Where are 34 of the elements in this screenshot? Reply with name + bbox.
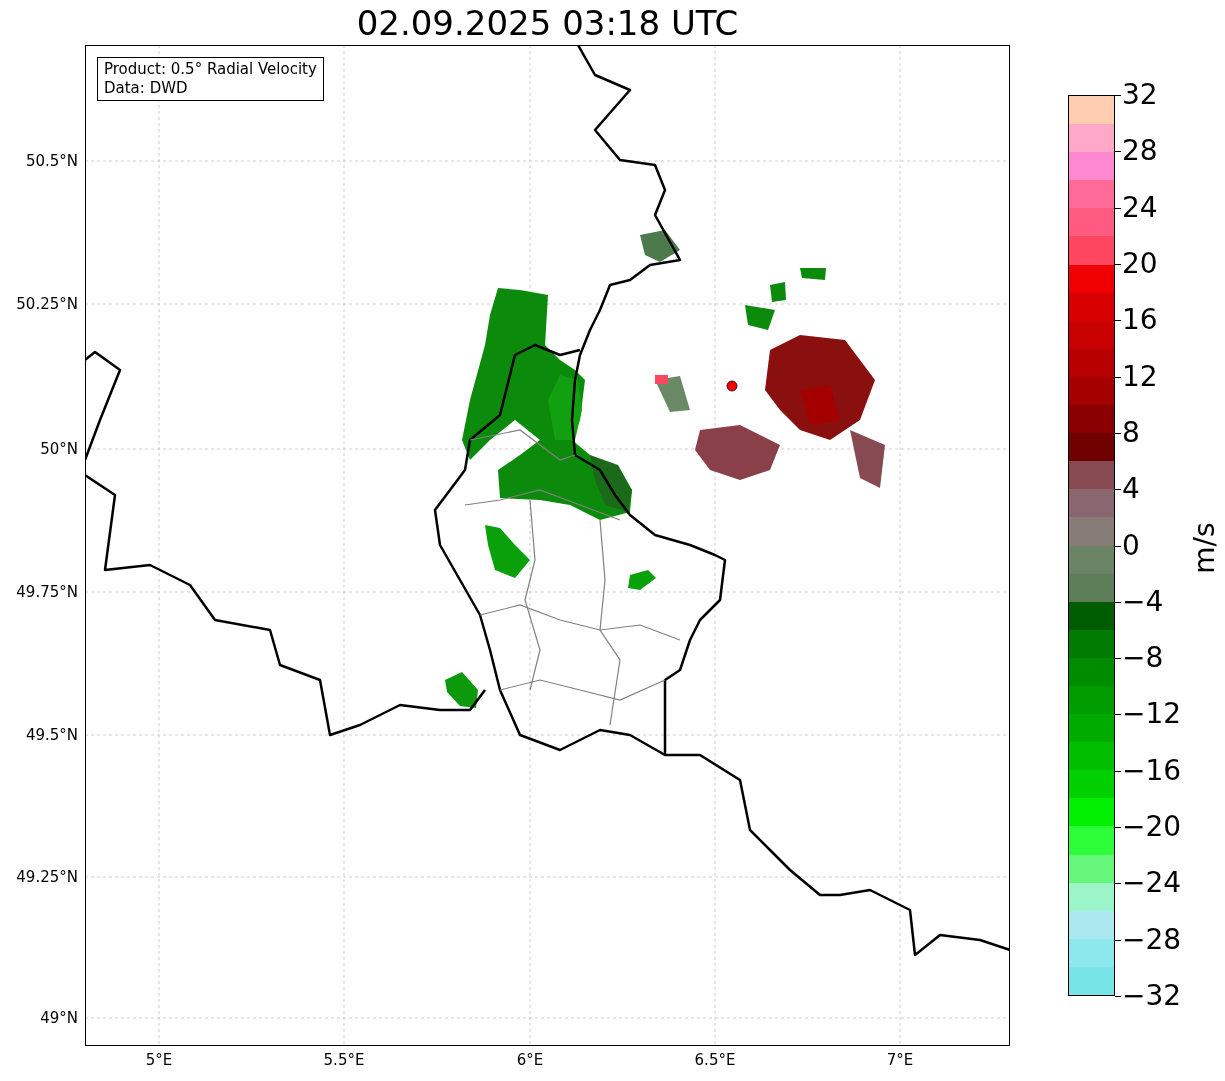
- latitude-label: 50°N: [39, 439, 78, 459]
- colorbar-tick-label: 16: [1122, 303, 1158, 338]
- longitude-label: 5°E: [144, 1050, 174, 1070]
- latitude-label: 49°N: [39, 1008, 78, 1028]
- colorbar-tick-label: 0: [1122, 528, 1140, 563]
- colorbar-tick-label: −4: [1122, 584, 1164, 619]
- colorbar-tick-label: −32: [1122, 979, 1182, 1013]
- colorbar-tick-label: −8: [1122, 641, 1164, 676]
- longitude-label: 6°E: [515, 1050, 545, 1070]
- latitude-label: 50.5°N: [24, 151, 78, 171]
- colorbar-tick-label: 4: [1122, 472, 1140, 507]
- latitude-label: 49.75°N: [15, 582, 78, 602]
- colorbar-tick-label: −28: [1122, 922, 1182, 957]
- colorbar-tick-label: 28: [1122, 134, 1158, 169]
- longitude-label: 7°E: [885, 1050, 915, 1070]
- colorbar-label: m/s: [1188, 521, 1222, 575]
- longitude-label: 5.5°E: [322, 1050, 366, 1070]
- colorbar-tick-label: −16: [1122, 753, 1182, 788]
- latitude-label: 50.25°N: [15, 294, 78, 314]
- latitude-label: 49.25°N: [15, 867, 78, 887]
- colorbar-tick-label: 12: [1122, 359, 1158, 394]
- colorbar-tick-label: −24: [1122, 866, 1182, 901]
- info-text: Data: DWD: [104, 79, 189, 98]
- colorbar-tick-label: 24: [1122, 190, 1158, 225]
- latitude-label: 49.5°N: [24, 725, 78, 745]
- longitude-label: 6.5°E: [693, 1050, 737, 1070]
- radar-site-marker: [726, 380, 738, 392]
- colorbar-tick-label: 32: [1122, 78, 1158, 112]
- colorbar-tick-label: 20: [1122, 246, 1158, 281]
- info-text: Product: 0.5° Radial Velocity: [104, 60, 317, 79]
- chart-title: 02.09.2025 03:18 UTC: [355, 1, 740, 45]
- colorbar-tick-label: 8: [1122, 415, 1140, 450]
- colorbar-tick-label: −12: [1122, 697, 1182, 732]
- colorbar-tick-label: −20: [1122, 810, 1182, 845]
